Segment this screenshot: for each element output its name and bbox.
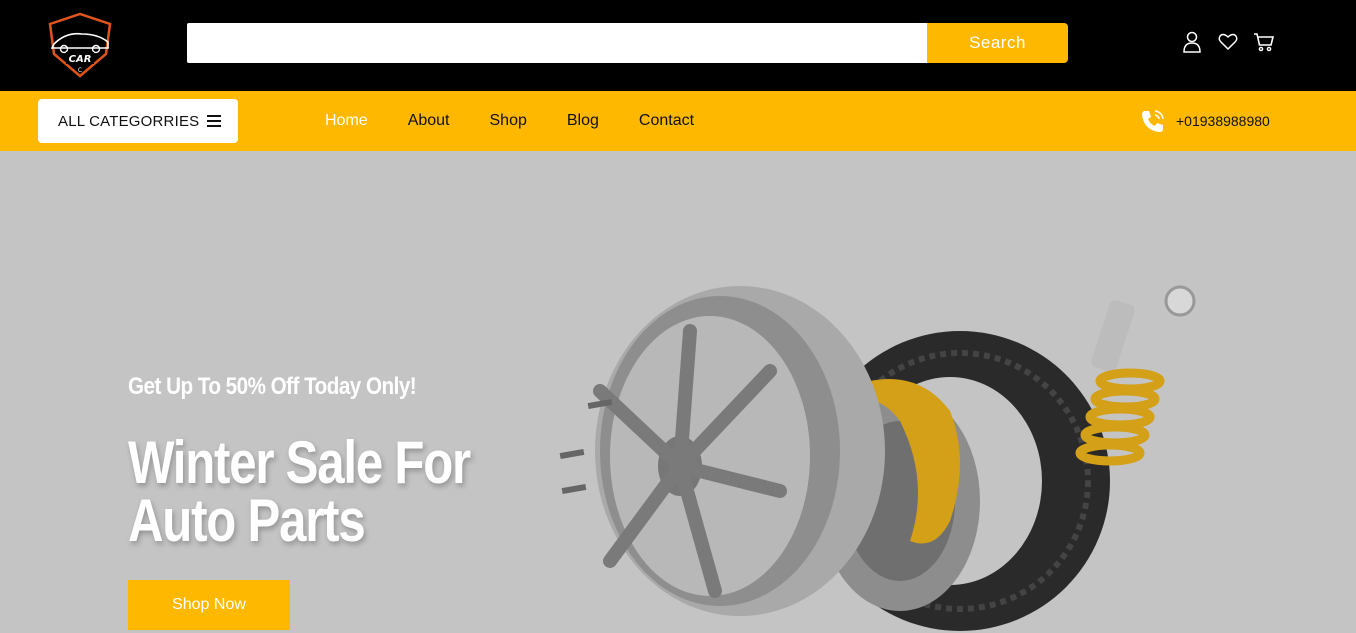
logo-text: CAR xyxy=(69,54,92,65)
nav-link-shop[interactable]: Shop xyxy=(490,112,527,130)
hero-title-line1: Winter Sale For xyxy=(128,429,471,496)
shock-absorber-shape xyxy=(1091,300,1135,372)
search-input[interactable] xyxy=(187,23,927,63)
nav-link-about[interactable]: About xyxy=(408,112,450,130)
phone-contact[interactable]: +01938988980 xyxy=(1140,108,1270,134)
nav-link-contact[interactable]: Contact xyxy=(639,112,694,130)
nav-link-blog[interactable]: Blog xyxy=(567,112,599,130)
main-nav: ALL CATEGORRIES Home About Shop Blog Con… xyxy=(0,91,1356,151)
brand-logo[interactable]: CAR C xyxy=(42,10,118,80)
top-header: CAR C Search xyxy=(0,0,1356,91)
user-icon[interactable] xyxy=(1180,30,1204,54)
all-categories-button[interactable]: ALL CATEGORRIES xyxy=(38,99,238,143)
car-logo-icon: CAR C xyxy=(48,12,112,78)
search-bar: Search xyxy=(187,23,1068,63)
nav-links: Home About Shop Blog Contact xyxy=(325,91,694,151)
search-button[interactable]: Search xyxy=(927,23,1068,63)
svg-text:C: C xyxy=(78,67,82,74)
hamburger-icon xyxy=(207,115,222,127)
phone-icon xyxy=(1142,110,1164,132)
heart-icon[interactable] xyxy=(1216,30,1240,54)
hero-title: Winter Sale For Auto Parts xyxy=(128,429,505,554)
hero-banner: Get Up To 50% Off Today Only! Winter Sal… xyxy=(0,151,1356,633)
header-actions xyxy=(1180,30,1276,54)
auto-parts-image xyxy=(559,285,1196,631)
shop-now-button[interactable]: Shop Now xyxy=(128,580,290,630)
nav-link-home[interactable]: Home xyxy=(325,112,368,130)
phone-number: +01938988980 xyxy=(1176,113,1270,129)
hero-subtitle: Get Up To 50% Off Today Only! xyxy=(128,373,417,400)
all-categories-label: ALL CATEGORRIES xyxy=(58,112,200,130)
cart-icon[interactable] xyxy=(1252,30,1276,54)
hero-title-line2: Auto Parts xyxy=(128,487,366,554)
